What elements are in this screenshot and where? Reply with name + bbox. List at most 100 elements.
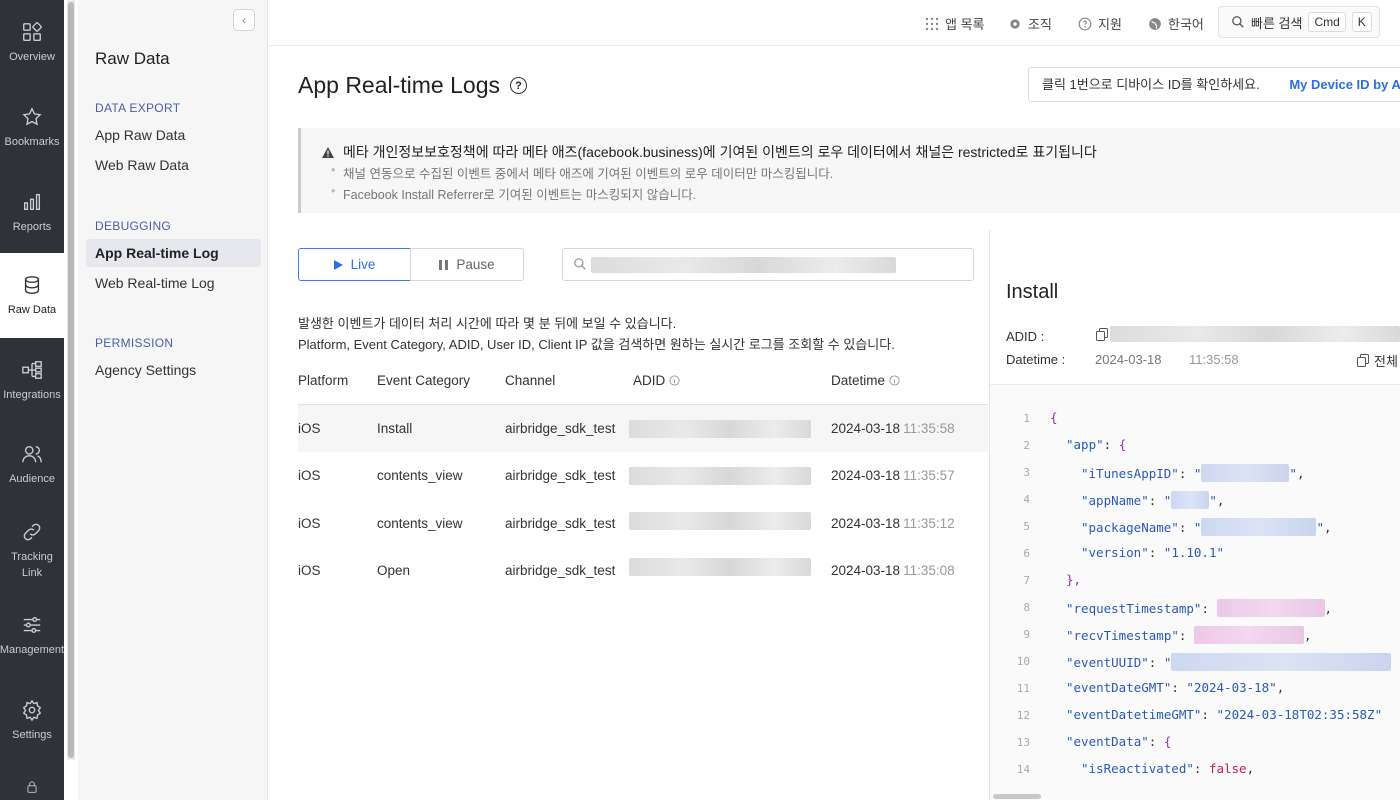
line-number: 11 — [1016, 682, 1030, 695]
copy-all-label: 전체 — [1374, 354, 1398, 369]
chevron-left-icon: ‹ — [242, 13, 246, 27]
table-row[interactable]: iOS contents_view airbridge_sdk_test 202… — [298, 500, 988, 547]
cell-time: 11:35:57 — [903, 468, 955, 483]
org-button[interactable]: 조직 — [1008, 14, 1052, 33]
cell-channel: airbridge_sdk_test — [505, 421, 616, 436]
rail-item-integrations[interactable]: Integrations — [0, 338, 64, 423]
live-button[interactable]: Live — [298, 248, 411, 281]
line-number: 13 — [1016, 736, 1030, 749]
detail-title: Install — [1006, 281, 1059, 303]
line-number: 2 — [1023, 439, 1030, 452]
cell-platform: iOS — [298, 516, 321, 531]
device-id-banner[interactable]: 클릭 1번으로 디바이스 ID를 확인하세요. My Device ID by … — [1028, 67, 1400, 102]
rail-label: Integrations — [3, 388, 61, 401]
cell-datetime: 2024-03-18 11:35:08 — [831, 547, 955, 594]
notice-box: 메타 개인정보보호정책에 따라 메타 애즈(facebook.business)… — [298, 128, 1400, 213]
cell-datetime: 2024-03-18 11:35:57 — [831, 452, 955, 499]
bar-chart-icon — [23, 193, 41, 210]
cell-channel: airbridge_sdk_test — [505, 516, 616, 531]
help-icon[interactable]: ? — [510, 77, 527, 94]
gear-icon — [1010, 18, 1020, 29]
redacted-adid — [629, 512, 811, 530]
cell-date: 2024-03-18 — [831, 468, 901, 483]
line-number: 9 — [1023, 628, 1030, 641]
sidebar-item-web-real-time-log[interactable]: Web Real-time Log — [86, 269, 261, 297]
hint-text: Platform, Event Category, ADID, User ID,… — [298, 337, 895, 352]
copy-icon — [1357, 354, 1369, 367]
rail-label: Management — [0, 643, 65, 656]
copy-icon[interactable] — [1096, 328, 1108, 341]
redacted-search-value — [591, 257, 896, 273]
copy-all-button[interactable]: 전체 — [1357, 351, 1398, 370]
globe-icon — [1149, 17, 1161, 30]
org-label: 조직 — [1028, 17, 1052, 32]
cell-channel: airbridge_sdk_test — [505, 563, 616, 578]
database-icon — [24, 275, 40, 294]
rail-item-tracking-link[interactable]: Tracking Link — [0, 507, 64, 595]
kbd-cmd: Cmd — [1308, 12, 1346, 32]
overview-icon — [23, 21, 42, 41]
info-icon[interactable] — [669, 375, 680, 386]
sidebar-item-agency-settings[interactable]: Agency Settings — [86, 356, 261, 384]
notice-line: Facebook Install Referrer로 기여된 이벤트는 마스킹되… — [331, 184, 696, 203]
rail-item-audience[interactable]: Audience — [0, 422, 64, 507]
json-line: "iTunesAppID": " ", — [1081, 464, 1305, 482]
support-button[interactable]: 지원 — [1078, 14, 1122, 33]
rail-item-overview[interactable]: Overview — [0, 0, 64, 85]
quick-search-label: 빠른 검색 — [1251, 15, 1303, 31]
json-line: "isReactivated": false, — [1081, 761, 1255, 776]
rail-scrollbar-thumb[interactable] — [68, 2, 74, 758]
quick-search-button[interactable]: 빠른 검색 Cmd K — [1218, 6, 1380, 38]
rail-item-management[interactable]: Management — [0, 593, 64, 678]
table-row[interactable]: iOS contents_view airbridge_sdk_test 202… — [298, 452, 988, 499]
device-id-link[interactable]: My Device ID by Airbridge — [1289, 77, 1400, 92]
info-icon[interactable] — [889, 375, 900, 386]
line-number: 7 — [1023, 574, 1030, 587]
sliders-icon — [23, 616, 41, 633]
sidebar-item-app-real-time-log[interactable]: App Real-time Log — [86, 239, 261, 267]
collapse-sidebar-button[interactable]: ‹ — [233, 9, 255, 31]
rail-label: Audience — [9, 472, 55, 485]
json-line: "version": "1.10.1" — [1081, 545, 1225, 560]
page-title: App Real-time Logs — [298, 72, 500, 98]
redacted-adid — [629, 467, 811, 485]
rail-label: Reports — [12, 220, 52, 233]
sidebar-item-web-raw-data[interactable]: Web Raw Data — [86, 151, 261, 179]
json-line: "requestTimestamp": , — [1066, 599, 1333, 617]
rail-item-raw-data[interactable]: Raw Data — [0, 253, 64, 338]
top-bar: 앱 목록 조직 지원 한국어 빠른 검색 Cmd K — [268, 0, 1400, 46]
cell-time: 11:35:08 — [903, 563, 955, 578]
table-row[interactable]: iOS Open airbridge_sdk_test 2024-03-18 11… — [298, 547, 988, 594]
cell-datetime: 2024-03-18 11:35:12 — [831, 500, 955, 547]
notice-heading: 메타 개인정보보호정책에 따라 메타 애즈(facebook.business)… — [343, 144, 1097, 160]
rail-item-lock[interactable] — [0, 768, 64, 800]
cell-date: 2024-03-18 — [831, 563, 901, 578]
line-number: 8 — [1023, 601, 1030, 614]
pause-button[interactable]: Pause — [410, 248, 524, 281]
json-line: "eventData": { — [1066, 734, 1172, 749]
table-row[interactable]: iOS Install airbridge_sdk_test 2024-03-1… — [298, 405, 988, 452]
json-line: { — [1050, 410, 1058, 425]
json-scrollbar-thumb[interactable] — [993, 794, 1041, 799]
log-search-input[interactable] — [562, 248, 974, 281]
language-button[interactable]: 한국어 — [1148, 14, 1204, 33]
sidebar-item-app-raw-data[interactable]: App Raw Data — [86, 121, 261, 149]
app-list-label: 앱 목록 — [945, 17, 985, 32]
play-icon — [333, 259, 343, 270]
column-header-adid-label: ADID — [633, 373, 666, 388]
line-number: 12 — [1016, 709, 1030, 722]
json-viewer[interactable]: 1 { 2 "app": { 3 "iTunesAppID": " ", 4 "a… — [990, 384, 1400, 800]
json-line: }, — [1066, 572, 1082, 587]
redacted-adid — [629, 558, 811, 576]
rail-item-bookmarks[interactable]: Bookmarks — [0, 85, 64, 170]
json-line: "appName": " ", — [1081, 491, 1225, 509]
integrations-icon — [22, 360, 42, 379]
rail-label: Bookmarks — [4, 135, 60, 148]
detail-datetime-label: Datetime : — [1006, 352, 1066, 367]
notice-line: 채널 연동으로 수집된 이벤트 중에서 메타 애즈에 기여된 이벤트의 로우 데… — [331, 163, 833, 182]
cell-category: Install — [377, 421, 413, 436]
column-header-event-category: Event Category — [377, 373, 471, 388]
rail-item-settings[interactable]: Settings — [0, 678, 64, 763]
rail-item-reports[interactable]: Reports — [0, 170, 64, 255]
app-list-button[interactable]: 앱 목록 — [925, 14, 985, 33]
